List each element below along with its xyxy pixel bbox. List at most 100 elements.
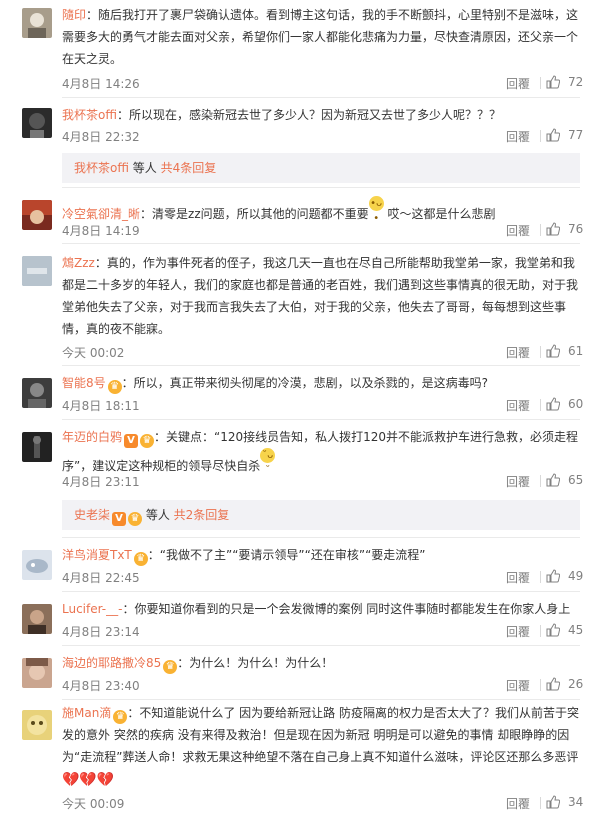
- comment-body: 不知道能说什么了 因为要给新冠让路 防疫隔离的权力是否太大了？我们从前苦于突发的…: [62, 706, 579, 764]
- comment-time: 今天 00:02: [62, 346, 125, 360]
- comment-item: 我杯茶offi：所以现在，感染新冠去世了多少人？因为新冠又去世了多少人呢？？？ …: [0, 98, 593, 188]
- thumbs-up-icon[interactable]: [546, 397, 560, 411]
- avatar[interactable]: [22, 432, 52, 462]
- comment-item: 海边的耶路撒冷85 ♛ ：为什么！为什么！为什么！ 4月8日 23:40 回覆 26: [0, 646, 593, 700]
- divider: [540, 679, 541, 691]
- username-link[interactable]: 智能8号: [62, 376, 106, 390]
- comment-body: “我做不了主”“要请示领导”“还在审核”“要走流程”: [159, 548, 426, 562]
- reply-button[interactable]: 回覆: [506, 795, 530, 812]
- member-crown-icon: ♛: [133, 552, 148, 566]
- like-count: 49: [568, 569, 584, 583]
- username-link[interactable]: 年迈的白鸦: [62, 430, 122, 444]
- divider: [540, 625, 541, 637]
- sub-reply-text: 等人: [142, 508, 174, 522]
- username-link[interactable]: 冷空氣卻清_晰: [62, 207, 140, 221]
- comment-item: 鴆Zzz：真的，作为事件死者的侄子，我这几天一直也在尽自己所能帮助我堂弟一家，我…: [0, 244, 593, 366]
- comment-time: 4月8日 18:11: [62, 399, 140, 413]
- comment-time: 4月8日 14:26: [62, 77, 140, 91]
- member-crown-icon: ♛: [128, 512, 143, 526]
- username-link[interactable]: 隨印: [62, 8, 86, 22]
- doge-emoji-icon: •ᴗ•: [368, 196, 384, 224]
- thumbs-up-icon[interactable]: [546, 623, 560, 637]
- reply-button[interactable]: 回覆: [506, 128, 530, 145]
- comment-text: 施Man滴 ♛ ：不知道能说什么了 因为要给新冠让路 防疫隔离的权力是否太大了？我们…: [62, 706, 579, 788]
- username-link[interactable]: 洋鸟消夏TxT: [62, 548, 132, 562]
- comment-body: 随后我打开了裹尸袋确认遗体。看到博主这句话，我的手不断颤抖，心里特别不是滋味，这…: [62, 8, 579, 66]
- comment-body: 清零是zz问题，所以其他的问题都不重要: [152, 207, 369, 221]
- username-link[interactable]: 施Man滴: [62, 706, 111, 720]
- sub-reply-box[interactable]: 我杯茶offi 等人 共4条回复: [62, 153, 580, 183]
- comment-time: 4月8日 23:11: [62, 475, 140, 489]
- reply-button[interactable]: 回覆: [506, 623, 530, 640]
- like-count: 61: [568, 344, 584, 358]
- like-count: 60: [568, 397, 584, 411]
- sub-reply-count-link[interactable]: 共4条回复: [161, 161, 217, 175]
- avatar[interactable]: [22, 8, 52, 38]
- comment-item: Lucifer-__-：你要知道你看到的只是一个会发微博的案例 同时这件事随时都…: [0, 592, 593, 646]
- reply-button[interactable]: 回覆: [506, 222, 530, 239]
- avatar[interactable]: [22, 604, 52, 634]
- avatar[interactable]: [22, 108, 52, 138]
- comment-body-tail: 哎～这都是什么悲剧: [383, 207, 496, 221]
- reply-button[interactable]: 回覆: [506, 75, 530, 92]
- sub-reply-user[interactable]: 史老柒: [74, 508, 110, 522]
- sub-reply-count-link[interactable]: 共2条回复: [174, 508, 230, 522]
- comment-body: 你要知道你看到的只是一个会发微博的案例 同时这件事随时都能发生在你家人身上: [134, 602, 571, 616]
- comment-time: 4月8日 23:40: [62, 679, 140, 693]
- comment-time: 4月8日 22:45: [62, 571, 140, 585]
- reply-button[interactable]: 回覆: [506, 677, 530, 694]
- divider: [540, 224, 541, 236]
- sub-reply-user[interactable]: 我杯茶offi: [74, 161, 129, 175]
- comment-text: 我杯茶offi：所以现在，感染新冠去世了多少人？因为新冠又去世了多少人呢？？？: [62, 108, 501, 122]
- thumbs-up-icon[interactable]: [546, 222, 560, 236]
- divider: [540, 77, 541, 89]
- reply-button[interactable]: 回覆: [506, 344, 530, 361]
- avatar[interactable]: [22, 550, 52, 580]
- divider: [540, 475, 541, 487]
- comment-body: 真的，作为事件死者的侄子，我这几天一直也在尽自己所能帮助我堂弟一家，我堂弟和我都…: [62, 256, 579, 336]
- divider: [540, 346, 541, 358]
- like-count: 76: [568, 222, 584, 236]
- thumbs-up-icon[interactable]: [546, 75, 560, 89]
- avatar[interactable]: [22, 200, 52, 230]
- like-count: 65: [568, 473, 584, 487]
- username-link[interactable]: 鴆Zzz: [62, 256, 95, 270]
- reply-button[interactable]: 回覆: [506, 569, 530, 586]
- avatar[interactable]: [22, 710, 52, 740]
- sub-reply-text: 等人: [128, 161, 161, 175]
- member-crown-icon: ♛: [140, 434, 155, 448]
- avatar[interactable]: [22, 256, 52, 286]
- like-count: 72: [568, 75, 584, 89]
- thumbs-up-icon[interactable]: [546, 795, 560, 809]
- thumbs-up-icon[interactable]: [546, 128, 560, 142]
- comment-item: 洋鸟消夏TxT ♛ ：“我做不了主”“要请示领导”“还在审核”“要走流程” 4月8日…: [0, 538, 593, 592]
- comment-item: 冷空氣卻清_晰：清零是zz问题，所以其他的问题都不重要•ᴗ• 哎～这都是什么悲剧…: [0, 188, 593, 244]
- comment-text: 智能8号 ♛ ：所以，真正带来彻头彻尾的冷漠，悲剧，以及杀戮的，是这病毒吗?: [62, 376, 489, 394]
- member-crown-icon: ♛: [163, 660, 178, 674]
- thumbs-up-icon[interactable]: [546, 569, 560, 583]
- broken-heart-icon: 💔💔💔: [62, 772, 115, 788]
- thumbs-up-icon[interactable]: [546, 677, 560, 691]
- comment-item: 智能8号 ♛ ：所以，真正带来彻头彻尾的冷漠，悲剧，以及杀戮的，是这病毒吗? 4月8…: [0, 366, 593, 420]
- comment-text: 洋鸟消夏TxT ♛ ：“我做不了主”“要请示领导”“还在审核”“要走流程”: [62, 548, 426, 566]
- username-link[interactable]: Lucifer-__-: [62, 602, 122, 616]
- reply-button[interactable]: 回覆: [506, 397, 530, 414]
- comment-time: 4月8日 14:19: [62, 224, 140, 238]
- comment-time: 今天 00:09: [62, 797, 125, 811]
- divider: [540, 399, 541, 411]
- comment-text: Lucifer-__-：你要知道你看到的只是一个会发微博的案例 同时这件事随时都…: [62, 602, 571, 616]
- thumbs-up-icon[interactable]: [546, 344, 560, 358]
- avatar[interactable]: [22, 658, 52, 688]
- avatar[interactable]: [22, 378, 52, 408]
- sub-reply-box[interactable]: 史老柒 V ♛ 等人 共2条回复: [62, 500, 580, 530]
- thumbs-up-icon[interactable]: [546, 473, 560, 487]
- comment-item: 施Man滴 ♛ ：不知道能说什么了 因为要给新冠让路 防疫隔离的权力是否太大了？我们…: [0, 700, 593, 826]
- username-link[interactable]: 我杯茶offi: [62, 108, 117, 122]
- comment-body: 为什么！为什么！为什么！: [189, 656, 334, 670]
- member-crown-icon: ♛: [113, 710, 128, 724]
- sweat-emoji-icon: ˘ᴗ˘: [260, 448, 276, 476]
- reply-button[interactable]: 回覆: [506, 473, 530, 490]
- username-link[interactable]: 海边的耶路撒冷85: [62, 656, 161, 670]
- like-count: 34: [568, 795, 584, 809]
- verified-v-icon: V: [124, 434, 139, 448]
